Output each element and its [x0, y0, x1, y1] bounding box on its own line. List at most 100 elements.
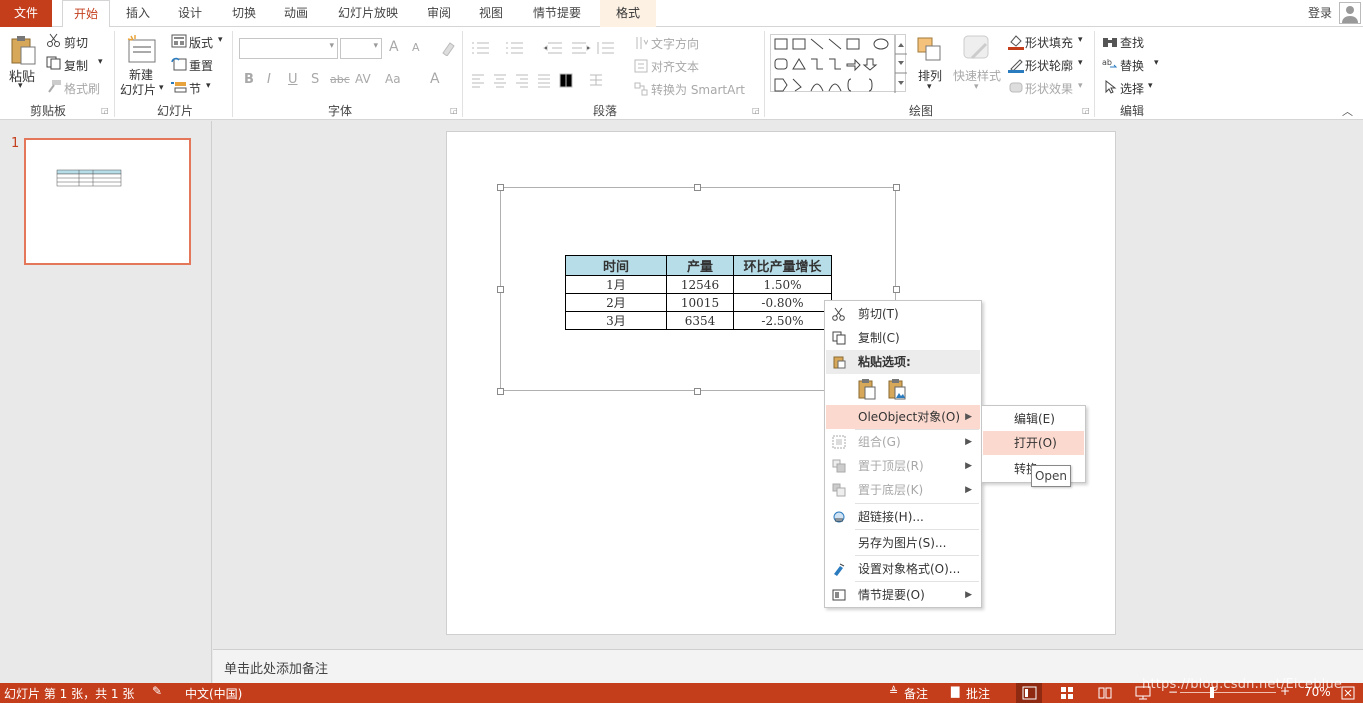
replace-dropdown-icon[interactable]: ▾: [1154, 58, 1159, 68]
new-slide-dropdown-icon[interactable]: ▾: [159, 83, 164, 93]
spellcheck-icon[interactable]: ✎: [152, 684, 162, 698]
tab-insert[interactable]: 插入: [116, 0, 160, 27]
arrange-icon[interactable]: [916, 36, 944, 64]
resize-handle[interactable]: [497, 286, 504, 293]
quick-styles-icon[interactable]: [960, 34, 992, 64]
menu-item-copy[interactable]: 复制(C): [826, 326, 980, 350]
align-text-button[interactable]: 对齐文本: [651, 58, 699, 75]
menu-separator: [855, 503, 979, 504]
menu-item-storyboard[interactable]: 情节提要(O) ▶: [826, 583, 980, 607]
change-case-button[interactable]: Aa: [385, 72, 401, 86]
tab-storyboard[interactable]: 情节提要: [522, 0, 592, 27]
find-button[interactable]: 查找: [1120, 34, 1144, 51]
clear-format-icon[interactable]: [440, 40, 456, 57]
list-buttons[interactable]: [470, 40, 620, 56]
align-buttons[interactable]: [470, 72, 620, 88]
tab-format[interactable]: 格式: [600, 0, 656, 27]
paste-icon[interactable]: [9, 35, 37, 65]
copy-button[interactable]: 复制: [64, 57, 88, 74]
paste-dropdown-icon[interactable]: ▾: [18, 81, 23, 91]
shrink-font-button[interactable]: A: [412, 41, 420, 54]
resize-handle[interactable]: [893, 184, 900, 191]
strikethrough-button[interactable]: abc: [330, 73, 350, 86]
resize-handle[interactable]: [694, 184, 701, 191]
shape-effects-button[interactable]: 形状效果: [1025, 80, 1073, 97]
tab-file[interactable]: 文件: [0, 0, 52, 27]
notes-toggle[interactable]: 备注: [904, 685, 928, 702]
slide-sorter-button[interactable]: [1060, 686, 1074, 703]
tab-animations[interactable]: 动画: [274, 0, 318, 27]
font-color-button[interactable]: A: [430, 71, 440, 87]
copy-dropdown-icon[interactable]: ▾: [98, 57, 103, 67]
menu-item-oleobject[interactable]: OleObject对象(O) ▶: [826, 405, 980, 429]
dialog-launcher-icon[interactable]: ◲: [1082, 106, 1090, 115]
paste-keep-source-icon[interactable]: [857, 378, 877, 400]
shadow-button[interactable]: S: [311, 72, 319, 87]
shape-outline-dropdown-icon[interactable]: ▾: [1078, 58, 1083, 68]
paste-as-picture-icon[interactable]: [887, 378, 907, 400]
dialog-launcher-icon[interactable]: ◲: [752, 106, 760, 115]
shapes-gallery[interactable]: [770, 34, 907, 93]
tab-transitions[interactable]: 切换: [222, 0, 266, 27]
shape-effects-dropdown-icon[interactable]: ▾: [1078, 81, 1083, 91]
quick-styles-dropdown-icon[interactable]: ▾: [974, 82, 979, 92]
format-painter-button[interactable]: 格式刷: [64, 80, 100, 97]
fit-to-window-button[interactable]: [1341, 686, 1355, 703]
resize-handle[interactable]: [497, 184, 504, 191]
resize-handle[interactable]: [497, 388, 504, 395]
comments-toggle[interactable]: 批注: [966, 685, 990, 702]
menu-item-bring-to-front[interactable]: 置于顶层(R) ▶: [826, 454, 980, 478]
cut-button[interactable]: 剪切: [64, 34, 88, 51]
text-direction-button[interactable]: 文字方向: [651, 35, 699, 52]
user-icon: [1342, 6, 1358, 23]
tab-slideshow[interactable]: 幻灯片放映: [330, 0, 406, 27]
login-link[interactable]: 登录: [1300, 0, 1340, 27]
menu-item-hyperlink[interactable]: 超链接(H)...: [826, 505, 980, 529]
grow-font-button[interactable]: A: [389, 39, 399, 55]
menu-item-group[interactable]: 组合(G) ▶: [826, 430, 980, 454]
dialog-launcher-icon[interactable]: ◲: [450, 106, 458, 115]
shape-fill-dropdown-icon[interactable]: ▾: [1078, 35, 1083, 45]
layout-button[interactable]: 版式: [189, 34, 213, 51]
reading-view-button[interactable]: [1098, 686, 1112, 703]
menu-item-format-object[interactable]: 设置对象格式(O)...: [826, 557, 980, 581]
text-direction-icon: [634, 36, 649, 50]
bold-button[interactable]: B: [244, 72, 254, 87]
italic-button[interactable]: I: [267, 72, 271, 87]
normal-view-button[interactable]: [1016, 683, 1042, 703]
menu-item-send-to-back[interactable]: 置于底层(K) ▶: [826, 478, 980, 502]
select-button[interactable]: 选择: [1120, 80, 1144, 97]
font-name-combo[interactable]: ▾: [239, 38, 338, 59]
shape-fill-button[interactable]: 形状填充: [1025, 34, 1073, 51]
resize-handle[interactable]: [893, 286, 900, 293]
avatar[interactable]: [1339, 2, 1361, 24]
new-slide-icon[interactable]: [127, 34, 157, 64]
zoom-slider[interactable]: [1180, 692, 1276, 693]
tab-design[interactable]: 设计: [168, 0, 212, 27]
tab-view[interactable]: 视图: [470, 0, 512, 27]
menu-item-save-as-picture[interactable]: 另存为图片(S)...: [826, 531, 980, 555]
tab-home[interactable]: 开始: [62, 0, 110, 28]
resize-handle[interactable]: [694, 388, 701, 395]
tab-review[interactable]: 审阅: [418, 0, 460, 27]
reset-button[interactable]: 重置: [189, 57, 213, 74]
menu-item-cut[interactable]: 剪切(T): [826, 302, 980, 326]
section-button[interactable]: 节: [189, 80, 201, 97]
submenu-item-edit[interactable]: 编辑(E): [983, 407, 1084, 431]
layout-dropdown-icon[interactable]: ▾: [218, 35, 223, 45]
font-size-combo[interactable]: ▾: [340, 38, 382, 59]
underline-button[interactable]: U: [288, 72, 298, 87]
convert-smartart-button[interactable]: 转换为 SmartArt: [651, 81, 745, 98]
submenu-item-convert[interactable]: 转换: [983, 457, 1038, 481]
collapse-ribbon-icon[interactable]: ︿: [1342, 103, 1353, 119]
section-dropdown-icon[interactable]: ▾: [206, 81, 211, 91]
character-spacing-button[interactable]: AV: [355, 72, 371, 86]
language-indicator[interactable]: 中文(中国): [185, 685, 242, 702]
replace-button[interactable]: 替换: [1120, 57, 1144, 74]
submenu-item-open[interactable]: 打开(O): [983, 431, 1084, 455]
slide-thumbnail[interactable]: [24, 138, 191, 265]
select-dropdown-icon[interactable]: ▾: [1148, 81, 1153, 91]
shape-outline-button[interactable]: 形状轮廓: [1025, 57, 1073, 74]
dialog-launcher-icon[interactable]: ◲: [101, 106, 109, 115]
arrange-dropdown-icon[interactable]: ▾: [927, 82, 932, 92]
